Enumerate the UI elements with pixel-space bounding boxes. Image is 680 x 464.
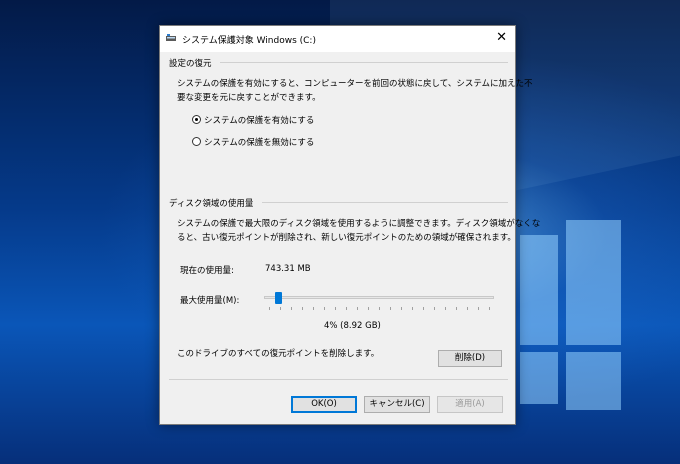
slider-tick [324,307,325,310]
slider-tick [269,307,270,310]
disk-usage-group-label: ディスク領域の使用量 [169,199,254,209]
restore-settings-group-label: 設定の復元 [169,59,212,69]
slider-tick [467,307,468,310]
disk-description-line2: ると、古い復元ポイントが削除され、新しい復元ポイントのための領域が確保されます。 [177,233,516,243]
windows-logo-pane [520,352,558,404]
slider-tick [423,307,424,310]
drive-icon [166,34,176,41]
disable-protection-radio[interactable] [192,137,201,146]
disable-protection-label[interactable]: システムの保護を無効にする [204,136,314,148]
slider-tick [445,307,446,310]
ok-button[interactable]: OK(O) [291,396,357,413]
enable-protection-radio[interactable] [192,115,201,124]
slider-tick [335,307,336,310]
max-usage-label: 最大使用量(M): [180,296,240,306]
group-divider [220,62,508,63]
slider-tick [280,307,281,310]
slider-tick [434,307,435,310]
window-title: システム保護対象 Windows (C:) [182,36,316,46]
system-protection-dialog: システム保護対象 Windows (C:) ✕ 設定の復元 システムの保護を有効… [159,25,540,425]
apply-button: 適用(A) [437,396,503,413]
slider-tick [390,307,391,310]
windows-logo-pane [520,235,558,345]
windows-logo-pane [566,220,621,345]
footer-divider [169,379,508,380]
title-bar[interactable]: システム保護対象 Windows (C:) ✕ [160,26,515,52]
slider-tick [346,307,347,310]
current-usage-value: 743.31 MB [265,264,311,274]
slider-tick [489,307,490,310]
slider-tick [357,307,358,310]
slider-tick [478,307,479,310]
slider-tick [401,307,402,310]
current-usage-label: 現在の使用量: [180,266,234,276]
enable-protection-label[interactable]: システムの保護を有効にする [204,114,314,126]
slider-tick [368,307,369,310]
slider-tick [379,307,380,310]
slider-value-text: 4% (8.92 GB) [324,321,381,331]
restore-description-line1: システムの保護を有効にすると、コンピューターを前回の状態に戻して、システムに加え… [177,79,533,89]
disk-description-line1: システムの保護で最大限のディスク領域を使用するように調整できます。ディスク領域が… [177,219,541,229]
delete-button[interactable]: 削除(D) [438,350,502,367]
restore-description-line2: 要な変更を元に戻すことができます。 [177,93,321,103]
slider-tick [313,307,314,310]
max-usage-slider-thumb[interactable] [275,292,283,304]
slider-tick [456,307,457,310]
max-usage-slider-track[interactable] [264,296,494,299]
slider-tick [291,307,292,310]
group-divider [262,202,508,203]
slider-tick [412,307,413,310]
cancel-button[interactable]: キャンセル(C) [364,396,430,413]
delete-points-text: このドライブのすべての復元ポイントを削除します。 [177,349,380,359]
slider-tick [302,307,303,310]
close-icon[interactable]: ✕ [496,30,507,46]
windows-logo-pane [566,352,621,410]
